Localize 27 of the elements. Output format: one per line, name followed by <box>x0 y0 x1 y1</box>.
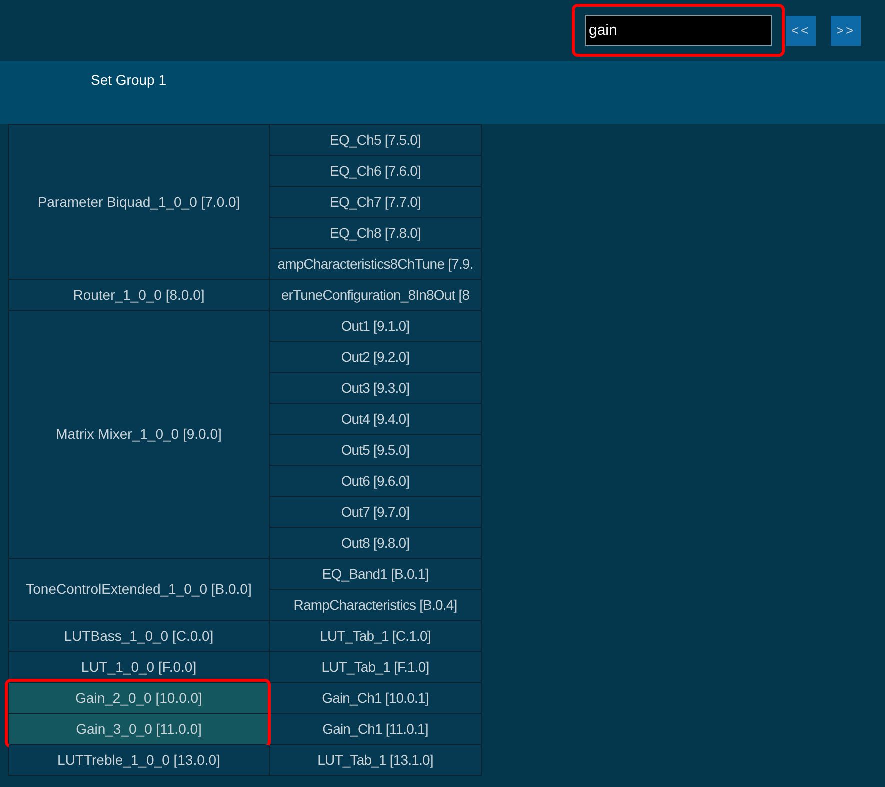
table-cell: EQ_Ch5 [7.5.0] <box>270 124 482 156</box>
table-cell: EQ_Band1 [B.0.1] <box>270 558 482 590</box>
table-cell: EQ_Ch8 [7.8.0] <box>270 218 482 248</box>
table-cell: EQ_Ch7 [7.7.0] <box>270 186 482 218</box>
table-cell: Out7 [9.7.0] <box>270 496 482 528</box>
table-cell: erTuneConfiguration_8In8Out [8 <box>270 280 482 310</box>
previous-button[interactable]: << <box>786 16 816 46</box>
table-cell: Out3 [9.3.0] <box>270 372 482 404</box>
table-cell: Out8 [9.8.0] <box>270 528 482 558</box>
table-cell: LUT_Tab_1 [13.1.0] <box>270 744 482 776</box>
table-cell: Gain_Ch1 [10.0.1] <box>270 682 482 714</box>
table-cell: Gain_2_0_0 [10.0.0] <box>9 683 269 713</box>
table-cell: LUT_Tab_1 [C.1.0] <box>270 620 482 652</box>
search-field[interactable]: gain <box>585 15 772 46</box>
table-cell: EQ_Ch6 [7.6.0] <box>270 156 482 186</box>
table-cell: LUT_Tab_1 [F.1.0] <box>270 652 482 682</box>
table-cell: Out4 [9.4.0] <box>270 404 482 434</box>
table-cell: Out2 [9.2.0] <box>270 342 482 372</box>
table-cell: RampCharacteristics [B.0.4] <box>270 590 482 620</box>
table-cell: Out1 [9.1.0] <box>270 310 482 342</box>
table-cell: Out6 [9.6.0] <box>270 466 482 496</box>
group-title: Set Group 1 <box>91 72 166 88</box>
next-button[interactable]: >> <box>831 16 861 46</box>
table-cell: Out5 [9.5.0] <box>270 434 482 466</box>
table-cell: Gain_3_0_0 [11.0.0] <box>9 714 269 744</box>
table-cell: ampCharacteristics8ChTune [7.9. <box>270 248 482 280</box>
table-cell: Gain_Ch1 [11.0.1] <box>270 714 482 744</box>
